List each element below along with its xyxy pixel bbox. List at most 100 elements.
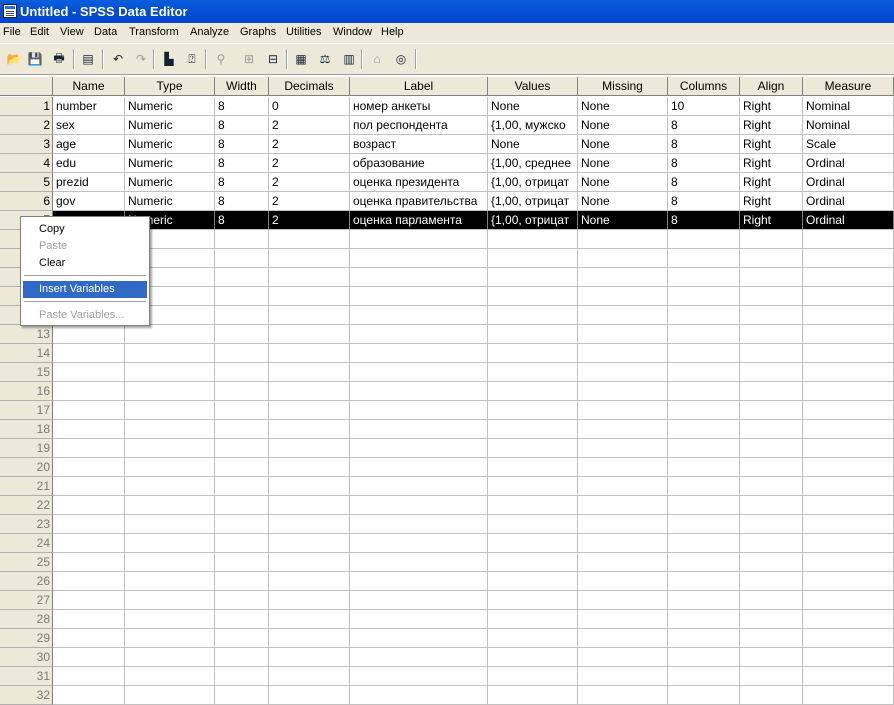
cell-missing[interactable] [578, 420, 668, 439]
cell-width[interactable]: 8 [215, 192, 269, 211]
cell-type[interactable] [125, 515, 215, 534]
cell-measure[interactable]: Ordinal [803, 211, 894, 230]
cell-values[interactable] [488, 629, 578, 648]
cell-align[interactable] [740, 325, 803, 344]
cell-values[interactable] [488, 610, 578, 629]
cell-align[interactable] [740, 610, 803, 629]
cell-decimals[interactable] [269, 534, 350, 553]
cell-columns[interactable] [668, 230, 740, 249]
cell-align[interactable] [740, 572, 803, 591]
cell-measure[interactable] [803, 477, 894, 496]
cell-values[interactable]: {1,00, мужско [488, 116, 578, 135]
cell-missing[interactable]: None [578, 135, 668, 154]
cell-decimals[interactable] [269, 306, 350, 325]
cell-missing[interactable]: None [578, 97, 668, 116]
cell-name[interactable] [53, 629, 125, 648]
row-header[interactable]: 29 [0, 629, 53, 648]
cell-measure[interactable] [803, 591, 894, 610]
row-header[interactable]: 6 [0, 192, 53, 211]
print-icon[interactable]: 🖶 [49, 49, 69, 69]
cell-decimals[interactable] [269, 420, 350, 439]
cell-align[interactable]: Right [740, 211, 803, 230]
cell-values[interactable] [488, 534, 578, 553]
cell-label[interactable] [350, 287, 488, 306]
cell-type[interactable]: Numeric [125, 154, 215, 173]
goto-case-icon[interactable]: ⍰ [182, 49, 202, 69]
cell-align[interactable] [740, 686, 803, 705]
row-header[interactable]: 5 [0, 173, 53, 192]
cell-align[interactable] [740, 382, 803, 401]
cell-measure[interactable] [803, 629, 894, 648]
cell-name[interactable] [53, 382, 125, 401]
cell-width[interactable] [215, 496, 269, 515]
row-header[interactable]: 2 [0, 116, 53, 135]
cell-width[interactable] [215, 363, 269, 382]
menu-utilities[interactable]: Utilities [286, 26, 321, 38]
cell-missing[interactable]: None [578, 173, 668, 192]
cell-align[interactable]: Right [740, 116, 803, 135]
row-header[interactable]: 23 [0, 515, 53, 534]
cell-values[interactable] [488, 553, 578, 572]
cell-width[interactable]: 8 [215, 154, 269, 173]
cell-measure[interactable] [803, 325, 894, 344]
cell-width[interactable]: 8 [215, 173, 269, 192]
cell-width[interactable] [215, 686, 269, 705]
cell-width[interactable] [215, 629, 269, 648]
cell-label[interactable] [350, 648, 488, 667]
cell-measure[interactable] [803, 344, 894, 363]
cell-width[interactable] [215, 439, 269, 458]
cell-decimals[interactable] [269, 439, 350, 458]
cell-type[interactable] [125, 591, 215, 610]
cell-values[interactable] [488, 325, 578, 344]
cell-name[interactable] [53, 439, 125, 458]
cell-decimals[interactable] [269, 382, 350, 401]
cell-measure[interactable] [803, 363, 894, 382]
cell-width[interactable] [215, 534, 269, 553]
cell-name[interactable] [53, 553, 125, 572]
cell-type[interactable] [125, 610, 215, 629]
cell-align[interactable] [740, 667, 803, 686]
cell-decimals[interactable]: 2 [269, 173, 350, 192]
cell-decimals[interactable] [269, 610, 350, 629]
cell-name[interactable]: age [53, 135, 125, 154]
cell-decimals[interactable] [269, 268, 350, 287]
cell-missing[interactable] [578, 553, 668, 572]
cell-align[interactable] [740, 344, 803, 363]
cell-type[interactable] [125, 553, 215, 572]
cell-decimals[interactable] [269, 648, 350, 667]
cell-name[interactable]: gov [53, 192, 125, 211]
column-header-values[interactable]: Values [488, 77, 578, 96]
cell-measure[interactable] [803, 648, 894, 667]
cell-measure[interactable] [803, 268, 894, 287]
row-header[interactable]: 30 [0, 648, 53, 667]
cell-name[interactable] [53, 686, 125, 705]
context-menu-item-clear[interactable]: Clear [23, 255, 147, 272]
cell-label[interactable] [350, 686, 488, 705]
cell-columns[interactable] [668, 306, 740, 325]
row-header[interactable]: 15 [0, 363, 53, 382]
cell-columns[interactable]: 8 [668, 192, 740, 211]
cell-measure[interactable] [803, 287, 894, 306]
cell-name[interactable] [53, 363, 125, 382]
cell-type[interactable] [125, 344, 215, 363]
cell-measure[interactable] [803, 439, 894, 458]
cell-width[interactable] [215, 230, 269, 249]
cell-measure[interactable] [803, 610, 894, 629]
cell-values[interactable] [488, 648, 578, 667]
cell-decimals[interactable] [269, 572, 350, 591]
cell-measure[interactable] [803, 401, 894, 420]
cell-values[interactable]: {1,00, среднее [488, 154, 578, 173]
cell-measure[interactable] [803, 230, 894, 249]
cell-width[interactable]: 8 [215, 116, 269, 135]
cell-label[interactable]: оценка парламента [350, 211, 488, 230]
cell-measure[interactable] [803, 249, 894, 268]
cell-columns[interactable]: 8 [668, 135, 740, 154]
column-header-decimals[interactable]: Decimals [269, 77, 350, 96]
cell-values[interactable] [488, 496, 578, 515]
cell-align[interactable] [740, 648, 803, 667]
cell-width[interactable] [215, 458, 269, 477]
column-header-measure[interactable]: Measure [803, 77, 894, 96]
cell-columns[interactable] [668, 477, 740, 496]
cell-align[interactable] [740, 268, 803, 287]
menu-transform[interactable]: Transform [129, 26, 179, 38]
